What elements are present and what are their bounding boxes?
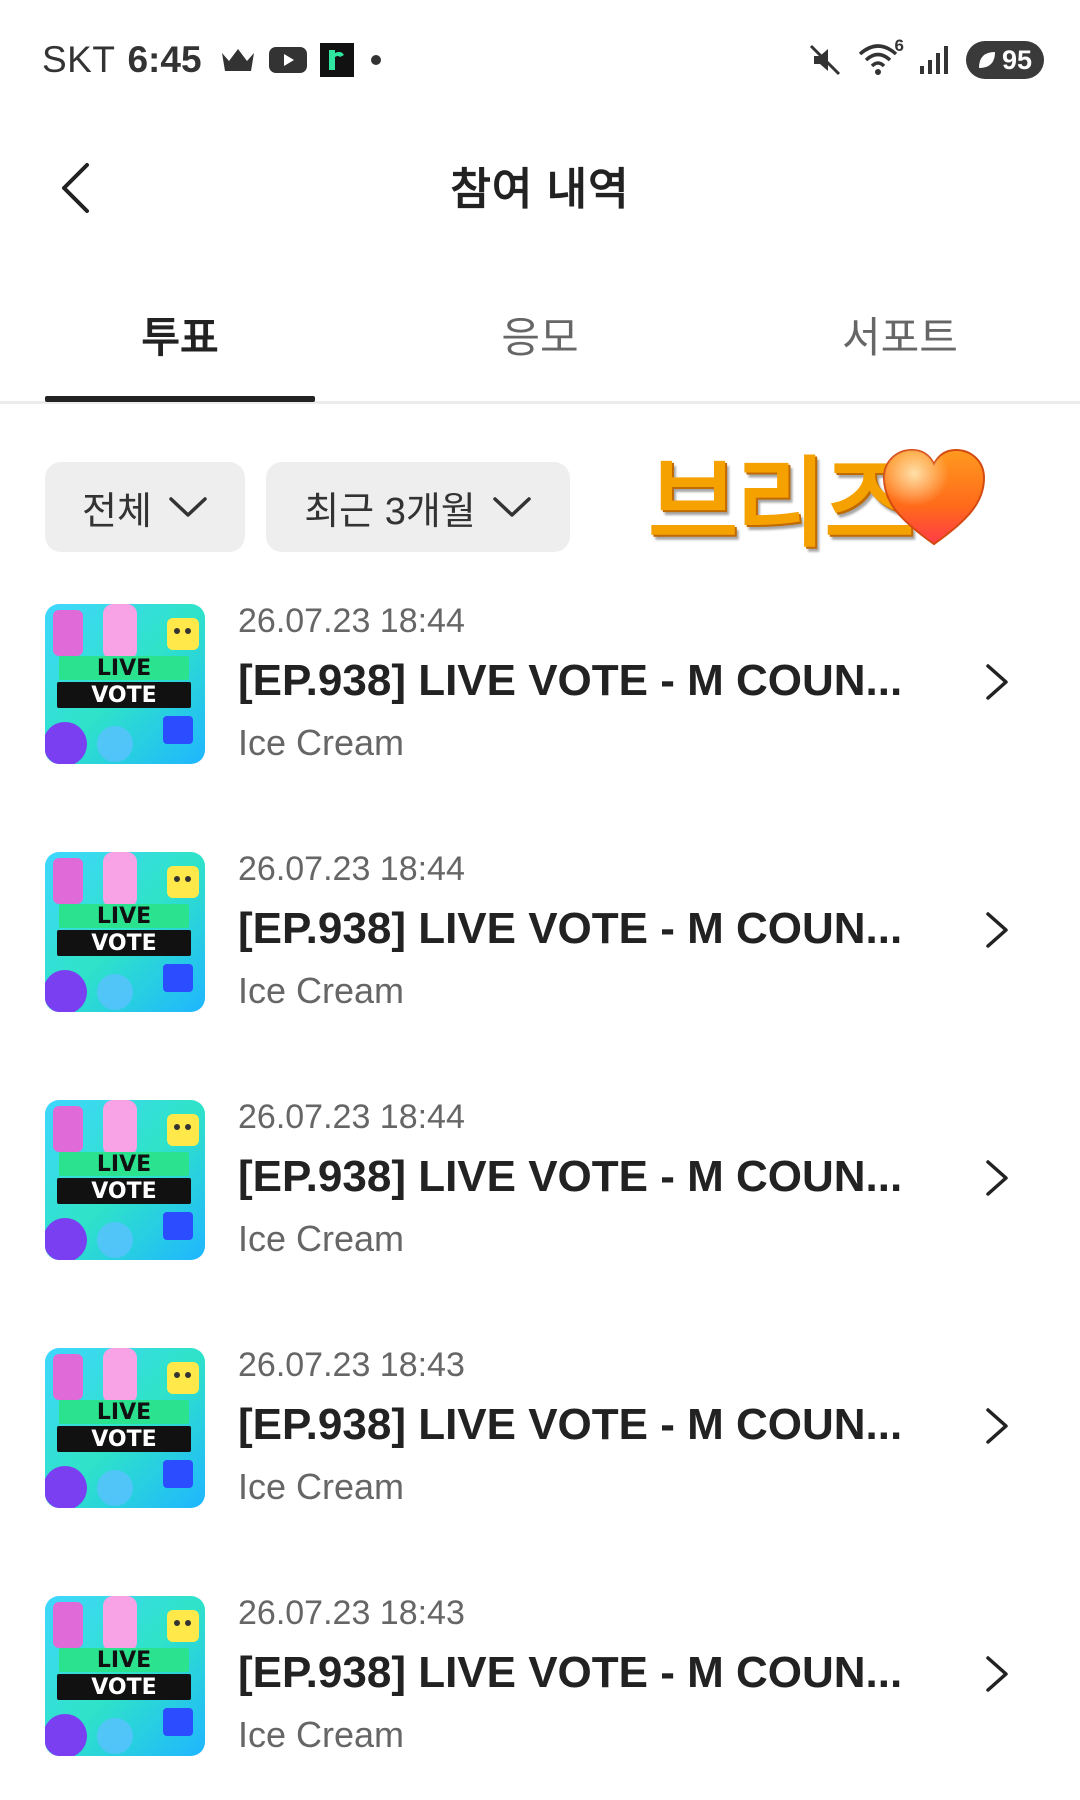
thumbnail-text-vote: VOTE <box>91 1427 156 1452</box>
live-vote-thumbnail: LIVE VOTE <box>45 852 205 1012</box>
chevron-down-icon <box>169 497 207 517</box>
overlay-sticker-text: 브리즈 <box>648 447 914 561</box>
tab-bar: 투표 응모 서포트 <box>0 268 1080 404</box>
item-date: 26.07.23 18:44 <box>238 850 465 888</box>
tab-vote-label: 투표 <box>141 314 219 361</box>
more-notifications-dot-icon <box>366 50 386 70</box>
item-date: 26.07.23 18:44 <box>238 1098 465 1136</box>
item-date: 26.07.23 18:44 <box>238 602 465 640</box>
mute-icon <box>808 43 842 77</box>
chevron-left-icon <box>62 163 89 213</box>
list-item[interactable]: LIVE VOTE 26.07.23 18:44 [EP.938] LIVE VO… <box>0 848 1080 1018</box>
live-vote-thumbnail: LIVE VOTE <box>45 1348 205 1508</box>
item-title: [EP.938] LIVE VOTE - M COUN... <box>238 1152 903 1201</box>
tab-support[interactable]: 서포트 <box>765 268 1035 401</box>
tab-support-label: 서포트 <box>842 314 958 361</box>
live-vote-thumbnail: LIVE VOTE <box>45 604 205 764</box>
thumbnail-text-live: LIVE <box>97 1648 151 1673</box>
battery-saver-leaf-icon <box>978 52 995 68</box>
signal-icon <box>918 44 950 76</box>
item-subtitle: Ice Cream <box>238 1218 405 1259</box>
live-vote-thumbnail: LIVE VOTE <box>45 1100 205 1260</box>
item-title: [EP.938] LIVE VOTE - M COUN... <box>238 904 903 953</box>
item-subtitle: Ice Cream <box>238 1714 405 1755</box>
thumbnail-text-vote: VOTE <box>91 931 156 956</box>
list-item[interactable]: LIVE VOTE 26.07.23 18:43 [EP.938] LIVE VO… <box>0 1592 1080 1762</box>
period-filter-label: 최근 3개월 <box>304 490 476 533</box>
item-title: [EP.938] LIVE VOTE - M COUN... <box>238 1648 903 1697</box>
tab-vote[interactable]: 투표 <box>45 268 315 401</box>
thumbnail-text-live: LIVE <box>97 1400 151 1425</box>
item-title: [EP.938] LIVE VOTE - M COUN... <box>238 1400 903 1449</box>
period-filter-dropdown[interactable]: 최근 3개월 <box>266 462 570 552</box>
list-item[interactable]: LIVE VOTE 26.07.23 18:44 [EP.938] LIVE VO… <box>0 1096 1080 1266</box>
chevron-right-icon <box>986 1160 1008 1196</box>
tab-entry[interactable]: 응모 <box>405 268 675 401</box>
battery-level: 95 <box>1001 44 1032 75</box>
item-subtitle: Ice Cream <box>238 970 405 1011</box>
back-button[interactable] <box>50 160 100 216</box>
chevron-right-icon <box>986 664 1008 700</box>
list-item[interactable]: LIVE VOTE 26.07.23 18:43 [EP.938] LIVE VO… <box>0 1344 1080 1514</box>
app-notification-icon <box>319 43 354 77</box>
youtube-icon <box>268 45 308 75</box>
category-filter-dropdown[interactable]: 전체 <box>45 462 245 552</box>
active-tab-indicator <box>45 396 315 402</box>
app-header: 참여 내역 <box>0 120 1080 250</box>
wifi-icon: 6 <box>858 36 904 78</box>
thumbnail-text-live: LIVE <box>97 656 151 681</box>
battery-indicator: 95 <box>965 41 1044 79</box>
item-date: 26.07.23 18:43 <box>238 1346 465 1384</box>
thumbnail-text-vote: VOTE <box>91 1179 156 1204</box>
item-date: 26.07.23 18:43 <box>238 1594 465 1632</box>
chevron-down-icon <box>493 497 531 517</box>
carrier-label: SKT <box>42 39 116 80</box>
status-bar: SKT 6:45 6 95 <box>0 0 1080 120</box>
thumbnail-text-live: LIVE <box>97 904 151 929</box>
crown-icon <box>220 45 256 75</box>
thumbnail-text-live: LIVE <box>97 1152 151 1177</box>
thumbnail-text-vote: VOTE <box>91 683 156 708</box>
item-subtitle: Ice Cream <box>238 1466 405 1507</box>
clock: 6:45 <box>127 39 202 80</box>
chevron-right-icon <box>986 1656 1008 1692</box>
orange-heart-icon <box>882 448 986 546</box>
list-item[interactable]: LIVE VOTE 26.07.23 18:44 [EP.938] LIVE VO… <box>0 600 1080 770</box>
live-vote-thumbnail: LIVE VOTE <box>45 1596 205 1756</box>
status-left: SKT 6:45 <box>42 39 386 81</box>
chevron-right-icon <box>986 1408 1008 1444</box>
page-title: 참여 내역 <box>450 165 630 214</box>
wifi-generation-label: 6 <box>894 36 904 55</box>
status-right: 6 95 <box>808 36 1044 79</box>
chevron-right-icon <box>986 912 1008 948</box>
thumbnail-text-vote: VOTE <box>91 1675 156 1700</box>
item-subtitle: Ice Cream <box>238 722 405 763</box>
category-filter-label: 전체 <box>82 490 152 533</box>
item-title: [EP.938] LIVE VOTE - M COUN... <box>238 656 903 705</box>
tab-entry-label: 응모 <box>501 314 579 361</box>
